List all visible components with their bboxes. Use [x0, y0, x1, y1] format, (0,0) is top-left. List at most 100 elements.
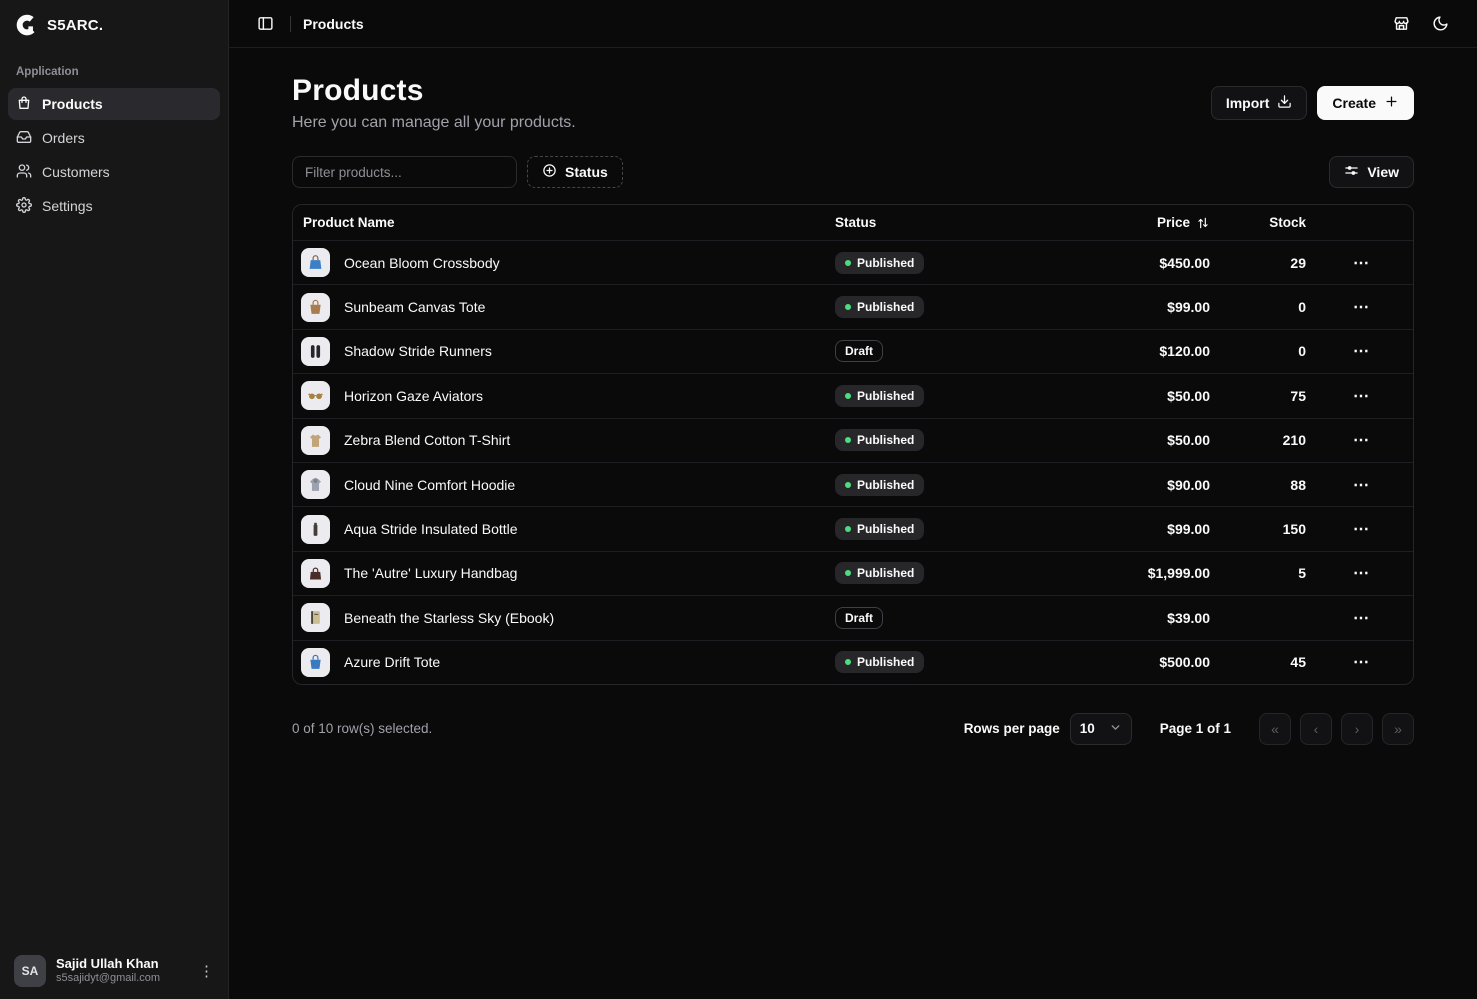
prev-page-button[interactable]: ‹: [1300, 713, 1332, 745]
row-actions-button[interactable]: ⋯: [1345, 382, 1378, 410]
tshirt-icon: [301, 426, 330, 455]
rows-per-page-select[interactable]: 10: [1070, 713, 1132, 745]
tote-icon: [301, 648, 330, 677]
divider: [290, 16, 291, 32]
status-badge: Published: [835, 562, 924, 584]
status-dot-icon: [845, 304, 851, 310]
view-options-button[interactable]: View: [1329, 156, 1414, 188]
price-sort-button[interactable]: [1196, 216, 1210, 230]
table-row[interactable]: Cloud Nine Comfort Hoodie Published $90.…: [293, 462, 1413, 506]
table-row[interactable]: Shadow Stride Runners Draft $120.00 0 ⋯: [293, 329, 1413, 373]
product-name: Aqua Stride Insulated Bottle: [344, 521, 518, 537]
import-button[interactable]: Import: [1211, 86, 1308, 120]
table-row[interactable]: Aqua Stride Insulated Bottle Published $…: [293, 506, 1413, 550]
table-row[interactable]: Zebra Blend Cotton T-Shirt Published $50…: [293, 418, 1413, 462]
row-actions-button[interactable]: ⋯: [1345, 648, 1378, 676]
circle-plus-icon: [542, 163, 557, 181]
tote-icon: [301, 293, 330, 322]
table-row[interactable]: Horizon Gaze Aviators Published $50.00 7…: [293, 373, 1413, 417]
row-actions-button[interactable]: ⋯: [1345, 293, 1378, 321]
product-price: $99.00: [1065, 299, 1210, 315]
product-price: $450.00: [1065, 255, 1210, 271]
shopping-bag-icon: [16, 95, 32, 114]
product-price: $39.00: [1065, 610, 1210, 626]
product-price: $50.00: [1065, 432, 1210, 448]
product-stock: 210: [1210, 432, 1310, 448]
storefront-icon[interactable]: [1389, 11, 1414, 36]
product-stock: 29: [1210, 255, 1310, 271]
sidebar-item-settings[interactable]: Settings: [8, 190, 220, 222]
rows-per-page-label: Rows per page: [964, 721, 1060, 736]
sidebar-item-customers[interactable]: Customers: [8, 156, 220, 188]
product-name: Horizon Gaze Aviators: [344, 388, 483, 404]
moon-icon[interactable]: [1428, 11, 1453, 36]
status-dot-icon: [845, 437, 851, 443]
ellipsis-vertical-icon[interactable]: ⋮: [199, 962, 214, 980]
status-dot-icon: [845, 570, 851, 576]
product-name: Cloud Nine Comfort Hoodie: [344, 477, 515, 493]
status-dot-icon: [845, 659, 851, 665]
products-table: Product Name Status Price Stock Ocean Bl…: [292, 204, 1414, 685]
first-page-button[interactable]: «: [1259, 713, 1291, 745]
row-actions-button[interactable]: ⋯: [1345, 515, 1378, 543]
status-dot-icon: [845, 482, 851, 488]
product-name: Ocean Bloom Crossbody: [344, 255, 500, 271]
handbag-icon: [301, 559, 330, 588]
row-actions-button[interactable]: ⋯: [1345, 604, 1378, 632]
book-icon: [301, 603, 330, 632]
sidebar-item-label: Customers: [42, 164, 110, 180]
next-page-button[interactable]: ›: [1341, 713, 1373, 745]
sliders-icon: [1344, 163, 1359, 181]
product-name: Sunbeam Canvas Tote: [344, 299, 485, 315]
product-stock: 0: [1210, 343, 1310, 359]
status-badge: Draft: [835, 607, 883, 629]
status-filter-button[interactable]: Status: [527, 156, 623, 188]
status-badge: Published: [835, 429, 924, 451]
user-name: Sajid Ullah Khan: [56, 956, 189, 972]
status-badge: Published: [835, 385, 924, 407]
status-badge: Published: [835, 296, 924, 318]
row-actions-button[interactable]: ⋯: [1345, 337, 1378, 365]
product-name: The 'Autre' Luxury Handbag: [344, 565, 517, 581]
brand-name: S5ARC.: [47, 17, 103, 34]
nav-section-label: Application: [8, 58, 220, 88]
main-area: Products Products Here you can manage al…: [229, 0, 1477, 999]
product-stock: 150: [1210, 521, 1310, 537]
row-actions-button[interactable]: ⋯: [1345, 471, 1378, 499]
product-price: $50.00: [1065, 388, 1210, 404]
sidebar-item-orders[interactable]: Orders: [8, 122, 220, 154]
page-indicator: Page 1 of 1: [1160, 721, 1231, 736]
selection-status: 0 of 10 row(s) selected.: [292, 721, 432, 736]
table-row[interactable]: Sunbeam Canvas Tote Published $99.00 0 ⋯: [293, 284, 1413, 328]
user-menu[interactable]: SA Sajid Ullah Khan s5sajidyt@gmail.com …: [0, 943, 228, 999]
table-row[interactable]: Azure Drift Tote Published $500.00 45 ⋯: [293, 640, 1413, 684]
table-body: Ocean Bloom Crossbody Published $450.00 …: [293, 240, 1413, 684]
brand[interactable]: S5ARC.: [0, 0, 228, 50]
pagination: « ‹ › »: [1259, 713, 1414, 745]
topbar: Products: [229, 0, 1477, 48]
sidebar-item-products[interactable]: Products: [8, 88, 220, 120]
filter-products-input[interactable]: [292, 156, 517, 188]
avatar: SA: [14, 955, 46, 987]
create-button[interactable]: Create: [1317, 86, 1414, 120]
gear-icon: [16, 197, 32, 216]
page-title: Products: [292, 74, 576, 108]
shoes-icon: [301, 337, 330, 366]
status-badge: Draft: [835, 340, 883, 362]
product-price: $90.00: [1065, 477, 1210, 493]
row-actions-button[interactable]: ⋯: [1345, 426, 1378, 454]
last-page-button[interactable]: »: [1382, 713, 1414, 745]
sidebar-toggle-button[interactable]: [253, 11, 278, 36]
product-name: Beneath the Starless Sky (Ebook): [344, 610, 554, 626]
row-actions-button[interactable]: ⋯: [1345, 559, 1378, 587]
table-row[interactable]: Ocean Bloom Crossbody Published $450.00 …: [293, 240, 1413, 284]
hoodie-icon: [301, 470, 330, 499]
status-dot-icon: [845, 393, 851, 399]
page-subtitle: Here you can manage all your products.: [292, 114, 576, 132]
status-badge: Published: [835, 474, 924, 496]
user-email: s5sajidyt@gmail.com: [56, 972, 189, 986]
users-icon: [16, 163, 32, 182]
row-actions-button[interactable]: ⋯: [1345, 249, 1378, 277]
table-row[interactable]: The 'Autre' Luxury Handbag Published $1,…: [293, 551, 1413, 595]
table-row[interactable]: Beneath the Starless Sky (Ebook) Draft $…: [293, 595, 1413, 639]
